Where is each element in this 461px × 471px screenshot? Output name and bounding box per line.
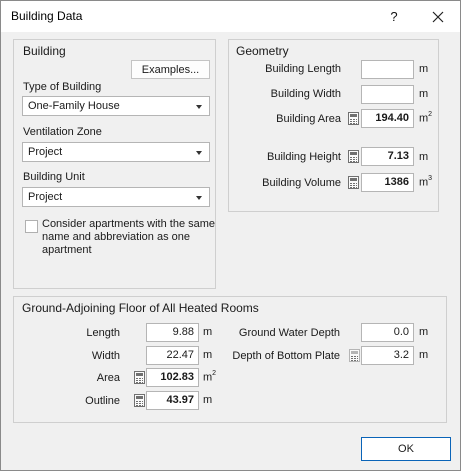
building-volume-unit: m3 bbox=[419, 175, 433, 189]
chevron-down-icon bbox=[196, 151, 202, 155]
building-type-select[interactable]: One-Family House bbox=[22, 96, 210, 116]
ventilation-zone-select[interactable]: Project bbox=[22, 142, 210, 162]
geometry-group-title: Geometry bbox=[236, 44, 289, 58]
ground-width-input[interactable]: 22.47 bbox=[146, 346, 199, 365]
ventilation-zone-value: Project bbox=[28, 146, 63, 158]
close-button[interactable] bbox=[422, 2, 454, 31]
building-height-unit: m bbox=[419, 151, 429, 163]
building-unit-select[interactable]: Project bbox=[22, 187, 210, 207]
ground-area-label: Area bbox=[96, 372, 120, 384]
ground-water-depth-label: Ground Water Depth bbox=[238, 327, 340, 339]
calculator-icon[interactable] bbox=[348, 150, 359, 163]
calculator-icon[interactable] bbox=[348, 112, 359, 125]
ventilation-zone-label: Ventilation Zone bbox=[23, 126, 102, 138]
building-area-unit: m2 bbox=[419, 111, 433, 125]
chevron-down-icon bbox=[196, 196, 202, 200]
building-unit-label: Building Unit bbox=[23, 171, 85, 183]
bottom-plate-depth-input[interactable]: 3.2 bbox=[361, 346, 414, 365]
ground-width-label: Width bbox=[91, 350, 120, 362]
building-length-unit: m bbox=[419, 63, 429, 75]
building-data-dialog: Building Data ? Building Examples... Typ… bbox=[0, 0, 461, 471]
building-group: Building Examples... Type of Building On… bbox=[13, 39, 216, 289]
building-unit-value: Project bbox=[28, 191, 63, 203]
ground-area-unit: m2 bbox=[203, 370, 217, 384]
building-height-value[interactable]: 7.13 bbox=[361, 147, 414, 166]
ground-length-unit: m bbox=[203, 326, 213, 338]
building-area-label: Building Area bbox=[276, 113, 341, 125]
window-title: Building Data bbox=[11, 9, 83, 23]
calculator-icon[interactable] bbox=[349, 349, 360, 362]
consider-apartments-label: Consider apartments with the same name a… bbox=[42, 218, 216, 256]
consider-apartments-checkbox[interactable] bbox=[25, 220, 38, 233]
ground-width-unit: m bbox=[203, 349, 213, 361]
building-width-unit: m bbox=[419, 88, 429, 100]
building-type-value: One-Family House bbox=[28, 100, 120, 112]
ground-outline-value[interactable]: 43.97 bbox=[146, 391, 199, 410]
ground-water-depth-unit: m bbox=[419, 326, 429, 338]
bottom-plate-depth-label: Depth of Bottom Plate bbox=[232, 350, 340, 362]
building-volume-value[interactable]: 1386 bbox=[361, 173, 414, 192]
ground-floor-group: Ground-Adjoining Floor of All Heated Roo… bbox=[13, 296, 447, 423]
building-length-input[interactable] bbox=[361, 60, 414, 79]
building-length-label: Building Length bbox=[265, 63, 341, 75]
building-width-label: Building Width bbox=[270, 88, 341, 100]
calculator-icon[interactable] bbox=[134, 394, 145, 407]
close-icon bbox=[432, 11, 444, 22]
building-height-label: Building Height bbox=[267, 151, 341, 163]
calculator-icon[interactable] bbox=[134, 371, 145, 384]
building-volume-label: Building Volume bbox=[262, 177, 341, 189]
chevron-down-icon bbox=[196, 105, 202, 109]
ground-area-value[interactable]: 102.83 bbox=[146, 368, 199, 387]
bottom-plate-depth-unit: m bbox=[419, 349, 429, 361]
building-group-title: Building bbox=[23, 44, 66, 58]
ground-outline-unit: m bbox=[203, 394, 213, 406]
calculator-icon[interactable] bbox=[348, 176, 359, 189]
geometry-group: Geometry Building Length m Building Widt… bbox=[228, 39, 439, 212]
building-area-value[interactable]: 194.40 bbox=[361, 109, 414, 128]
ok-button[interactable]: OK bbox=[361, 437, 451, 461]
ground-outline-label: Outline bbox=[85, 395, 120, 407]
examples-button[interactable]: Examples... bbox=[131, 60, 210, 79]
ground-water-depth-input[interactable]: 0.0 bbox=[361, 323, 414, 342]
help-button[interactable]: ? bbox=[379, 2, 409, 31]
building-type-label: Type of Building bbox=[23, 81, 102, 93]
title-bar: Building Data ? bbox=[1, 1, 460, 32]
building-width-input[interactable] bbox=[361, 85, 414, 104]
ground-length-label: Length bbox=[86, 327, 120, 339]
ground-floor-group-title: Ground-Adjoining Floor of All Heated Roo… bbox=[22, 301, 259, 315]
ground-length-input[interactable]: 9.88 bbox=[146, 323, 199, 342]
